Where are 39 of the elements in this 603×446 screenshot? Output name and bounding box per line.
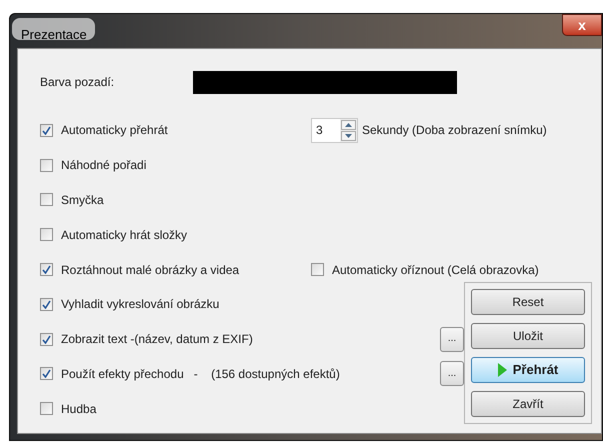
check-icon [42, 265, 51, 274]
play-icon [498, 363, 507, 377]
dialog-button[interactable]: Zavřít [471, 391, 585, 417]
spinner-value: 3 [315, 122, 324, 139]
ellipsis-button[interactable]: ... [440, 326, 464, 352]
option-label: Smyčka [61, 192, 104, 209]
check-icon [42, 300, 51, 309]
option-label: Automaticky oříznout (Celá obrazovka) [332, 262, 539, 279]
check-icon [42, 126, 51, 135]
option-label: Náhodné pořadi [61, 157, 146, 174]
dialog-button[interactable]: Přehrát [471, 357, 585, 383]
checkbox[interactable] [40, 367, 53, 380]
checkbox[interactable] [311, 263, 324, 276]
checkbox[interactable] [40, 263, 53, 276]
close-button[interactable]: x [562, 14, 602, 36]
check-icon [42, 334, 51, 344]
option-label: Zobrazit text -(název, datum z EXIF) [61, 331, 253, 348]
checkbox[interactable] [40, 193, 53, 206]
background-label: Barva pozadí: [40, 74, 116, 91]
checkbox[interactable] [40, 402, 53, 416]
checkbox[interactable] [40, 124, 53, 137]
dialog-button[interactable]: Reset [471, 289, 585, 315]
color-swatch[interactable] [193, 70, 457, 94]
dialog-button[interactable]: Uložit [471, 323, 585, 349]
checkbox[interactable] [40, 228, 53, 242]
check-icon [42, 369, 51, 378]
option-label: Automaticky přehrát [61, 122, 168, 140]
option-label: Roztáhnout malé obrázky a videa [61, 262, 240, 279]
checkbox[interactable] [40, 332, 53, 346]
option-label: Automaticky hrát složky [61, 226, 188, 244]
option-label: Hudba [61, 400, 96, 418]
ellipsis-button[interactable]: ... [440, 361, 464, 386]
option-label: Vyhladit vykreslování obrázku [61, 296, 220, 314]
checkbox[interactable] [40, 158, 53, 172]
seconds-spinner[interactable]: 3 [311, 118, 358, 143]
window-title: Prezentace [12, 18, 95, 40]
option-label: Použít efekty přechodu - (156 dostupných efektů) [61, 366, 340, 383]
checkbox[interactable] [40, 298, 53, 311]
seconds-label: Sekundy (Doba zobrazení snímku) [362, 122, 547, 140]
